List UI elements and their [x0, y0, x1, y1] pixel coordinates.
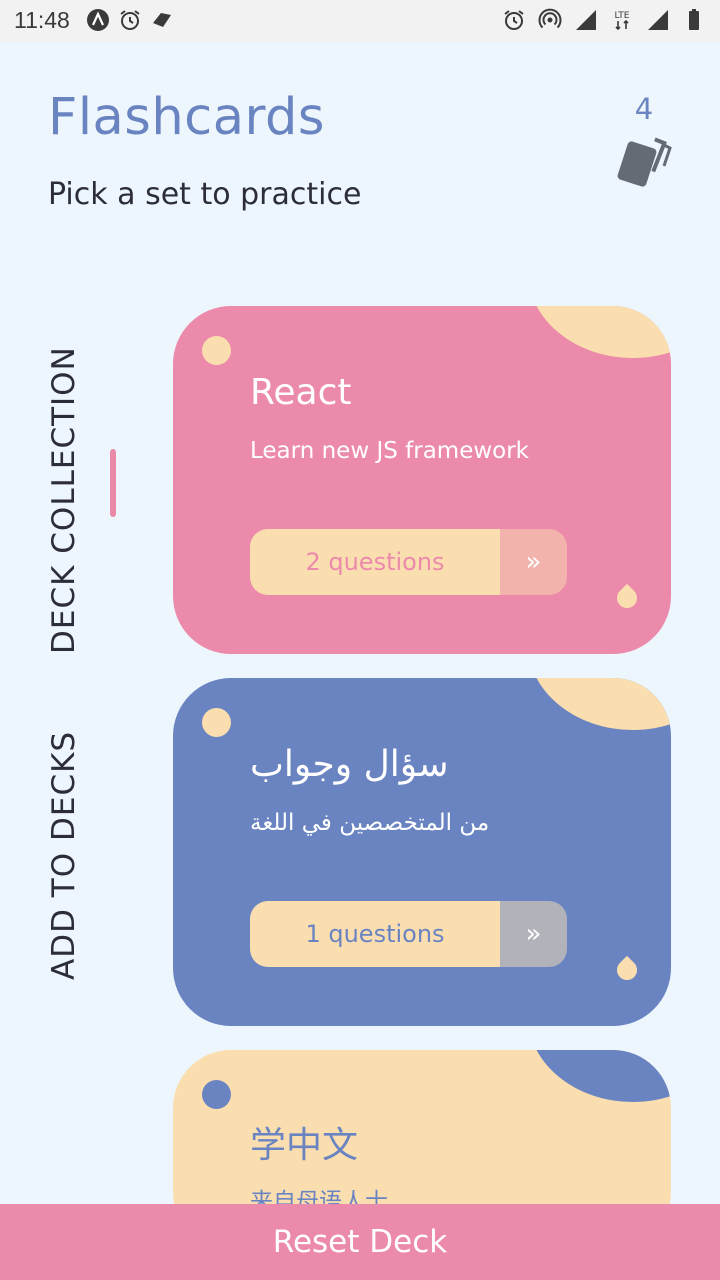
deck-questions-count: 2 questions	[250, 529, 500, 595]
status-right-icons: LTE	[502, 8, 706, 32]
nav-active-indicator	[110, 449, 116, 517]
card-decoration-blob	[528, 678, 671, 730]
cards-stack-icon[interactable]	[612, 136, 676, 190]
lte-label: LTE	[615, 11, 630, 21]
hotspot-icon	[538, 8, 562, 29]
card-decoration-drop	[612, 583, 642, 613]
deck-description: Learn new JS framework	[250, 438, 529, 464]
deck-title: 学中文	[250, 1125, 359, 1166]
deck-card-arabic[interactable]: سؤال وجواب من المتخصصين في اللغة 1 quest…	[173, 678, 671, 1026]
page-title: Flashcards	[48, 88, 325, 147]
card-decoration-dot	[202, 708, 231, 737]
status-bar: 11:48 LTE	[0, 0, 720, 42]
card-decoration-dot	[202, 1080, 231, 1109]
deck-count: 4	[634, 92, 654, 126]
nav-deck-collection[interactable]: DECK COLLECTION	[46, 346, 82, 654]
alarm-icon	[504, 10, 524, 30]
alarm-icon	[120, 10, 140, 30]
deck-start-button[interactable]: 1 questions »	[250, 901, 567, 967]
deck-title: سؤال وجواب	[250, 744, 449, 785]
tag-icon	[153, 13, 171, 27]
double-chevron-right-icon[interactable]: »	[500, 529, 567, 595]
page-subtitle: Pick a set to practice	[48, 177, 362, 212]
signal-icon	[576, 10, 596, 30]
deck-questions-count: 1 questions	[250, 901, 500, 967]
reset-deck-button[interactable]: Reset Deck	[0, 1204, 720, 1280]
deck-title: React	[250, 372, 352, 413]
card-decoration-blob	[528, 306, 671, 358]
deck-card-react[interactable]: React Learn new JS framework 2 questions…	[173, 306, 671, 654]
nav-add-to-decks[interactable]: ADD TO DECKS	[46, 731, 82, 980]
card-decoration-drop	[612, 955, 642, 985]
status-time: 11:48	[14, 7, 70, 33]
lte-icon: LTE	[615, 11, 630, 31]
deck-description: من المتخصصين في اللغة	[250, 810, 490, 836]
signal-icon-2	[648, 10, 668, 30]
deck-start-button[interactable]: 2 questions »	[250, 529, 567, 595]
status-left-icons	[86, 8, 174, 32]
double-chevron-right-icon[interactable]: »	[500, 901, 567, 967]
card-decoration-dot	[202, 336, 231, 365]
battery-icon	[689, 9, 699, 30]
card-decoration-blob	[528, 1050, 671, 1102]
app-notification-icon	[87, 9, 109, 31]
